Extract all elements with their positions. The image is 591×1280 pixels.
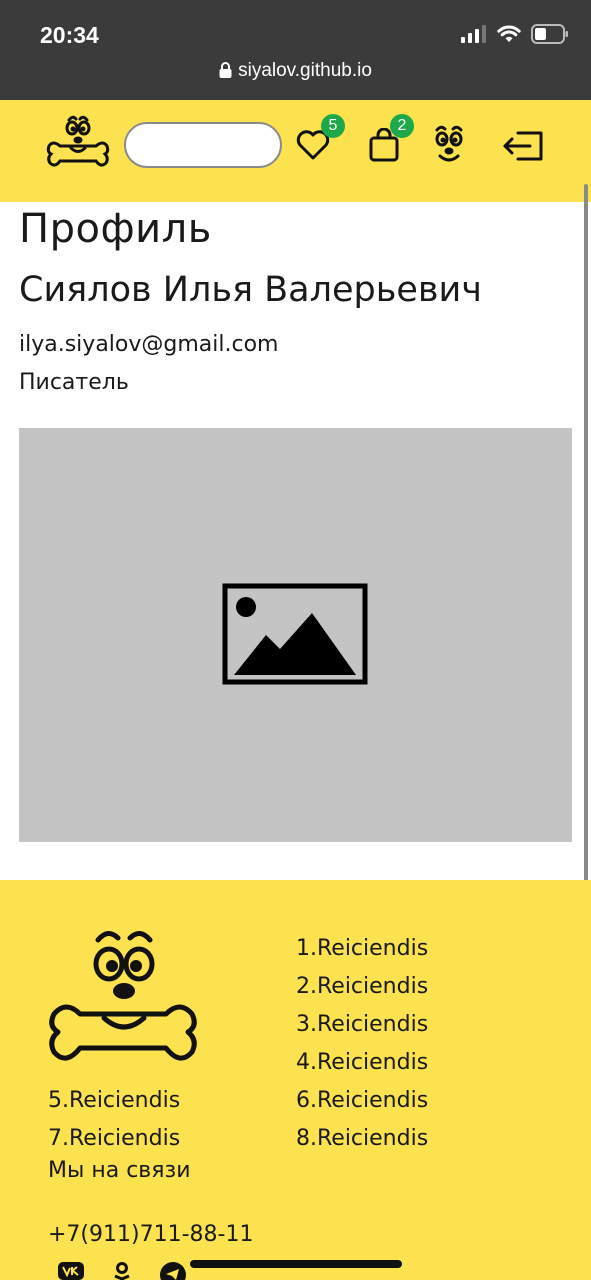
status-icons xyxy=(461,24,569,44)
wifi-icon xyxy=(497,25,521,42)
address-bar[interactable]: siyalov.github.io xyxy=(0,60,591,84)
battery-icon xyxy=(531,24,568,44)
home-indicator[interactable] xyxy=(190,1260,402,1268)
lock-icon xyxy=(219,62,232,84)
search-input[interactable] xyxy=(124,122,282,168)
footer-link[interactable]: 4.Reiciendis xyxy=(296,1044,428,1082)
footer-link[interactable]: 6.Reiciendis xyxy=(296,1082,428,1120)
profile-full-name: Сиялов Илья Валерьевич xyxy=(19,270,482,310)
status-bar: 20:34 siyalov.github.io xyxy=(0,0,591,100)
profile-button[interactable] xyxy=(430,124,468,172)
footer-link[interactable]: 2.Reiciendis xyxy=(296,968,428,1006)
signal-icon xyxy=(461,25,486,43)
logout-button[interactable] xyxy=(502,130,544,166)
dog-bone-logo-icon xyxy=(46,115,110,167)
logout-icon xyxy=(503,131,543,161)
dog-bone-logo-icon xyxy=(49,931,197,1061)
contact-phone[interactable]: +7(911)711-88-11 xyxy=(48,1222,253,1247)
footer-link[interactable]: 5.Reiciendis xyxy=(48,1082,180,1120)
image-placeholder-icon xyxy=(222,583,368,685)
favorites-count-badge: 5 xyxy=(321,114,345,138)
vk-icon xyxy=(58,1262,84,1280)
site-header: 5 2 xyxy=(0,100,591,202)
footer-link[interactable]: 3.Reiciendis xyxy=(296,1006,428,1044)
site-footer: 1.Reiciendis 2.Reiciendis 3.Reiciendis 4… xyxy=(0,880,591,1280)
odnoklassniki-icon xyxy=(114,1262,130,1280)
telegram-icon xyxy=(160,1262,186,1280)
footer-link[interactable]: 8.Reiciendis xyxy=(296,1120,428,1158)
footer-link[interactable]: 7.Reiciendis xyxy=(48,1120,180,1158)
contact-title: Мы на связи xyxy=(48,1158,191,1183)
cart-count-badge: 2 xyxy=(390,114,414,138)
footer-logo[interactable] xyxy=(46,928,200,1076)
footer-link[interactable]: 1.Reiciendis xyxy=(296,930,428,968)
social-telegram[interactable] xyxy=(160,1262,186,1280)
status-time: 20:34 xyxy=(40,22,99,48)
footer-links-left: 5.Reiciendis 7.Reiciendis xyxy=(48,1082,180,1158)
social-ok[interactable] xyxy=(112,1262,132,1280)
logo[interactable] xyxy=(45,110,111,178)
url-text: siyalov.github.io xyxy=(238,60,372,81)
footer-links-right: 1.Reiciendis 2.Reiciendis 3.Reiciendis 4… xyxy=(296,930,428,1158)
profile-email: ilya.siyalov@gmail.com xyxy=(19,332,279,357)
profile-role: Писатель xyxy=(19,370,129,395)
social-vk[interactable] xyxy=(58,1262,84,1280)
profile-photo-placeholder xyxy=(19,428,572,842)
page-title: Профиль xyxy=(19,206,212,252)
dog-face-icon xyxy=(435,125,463,162)
